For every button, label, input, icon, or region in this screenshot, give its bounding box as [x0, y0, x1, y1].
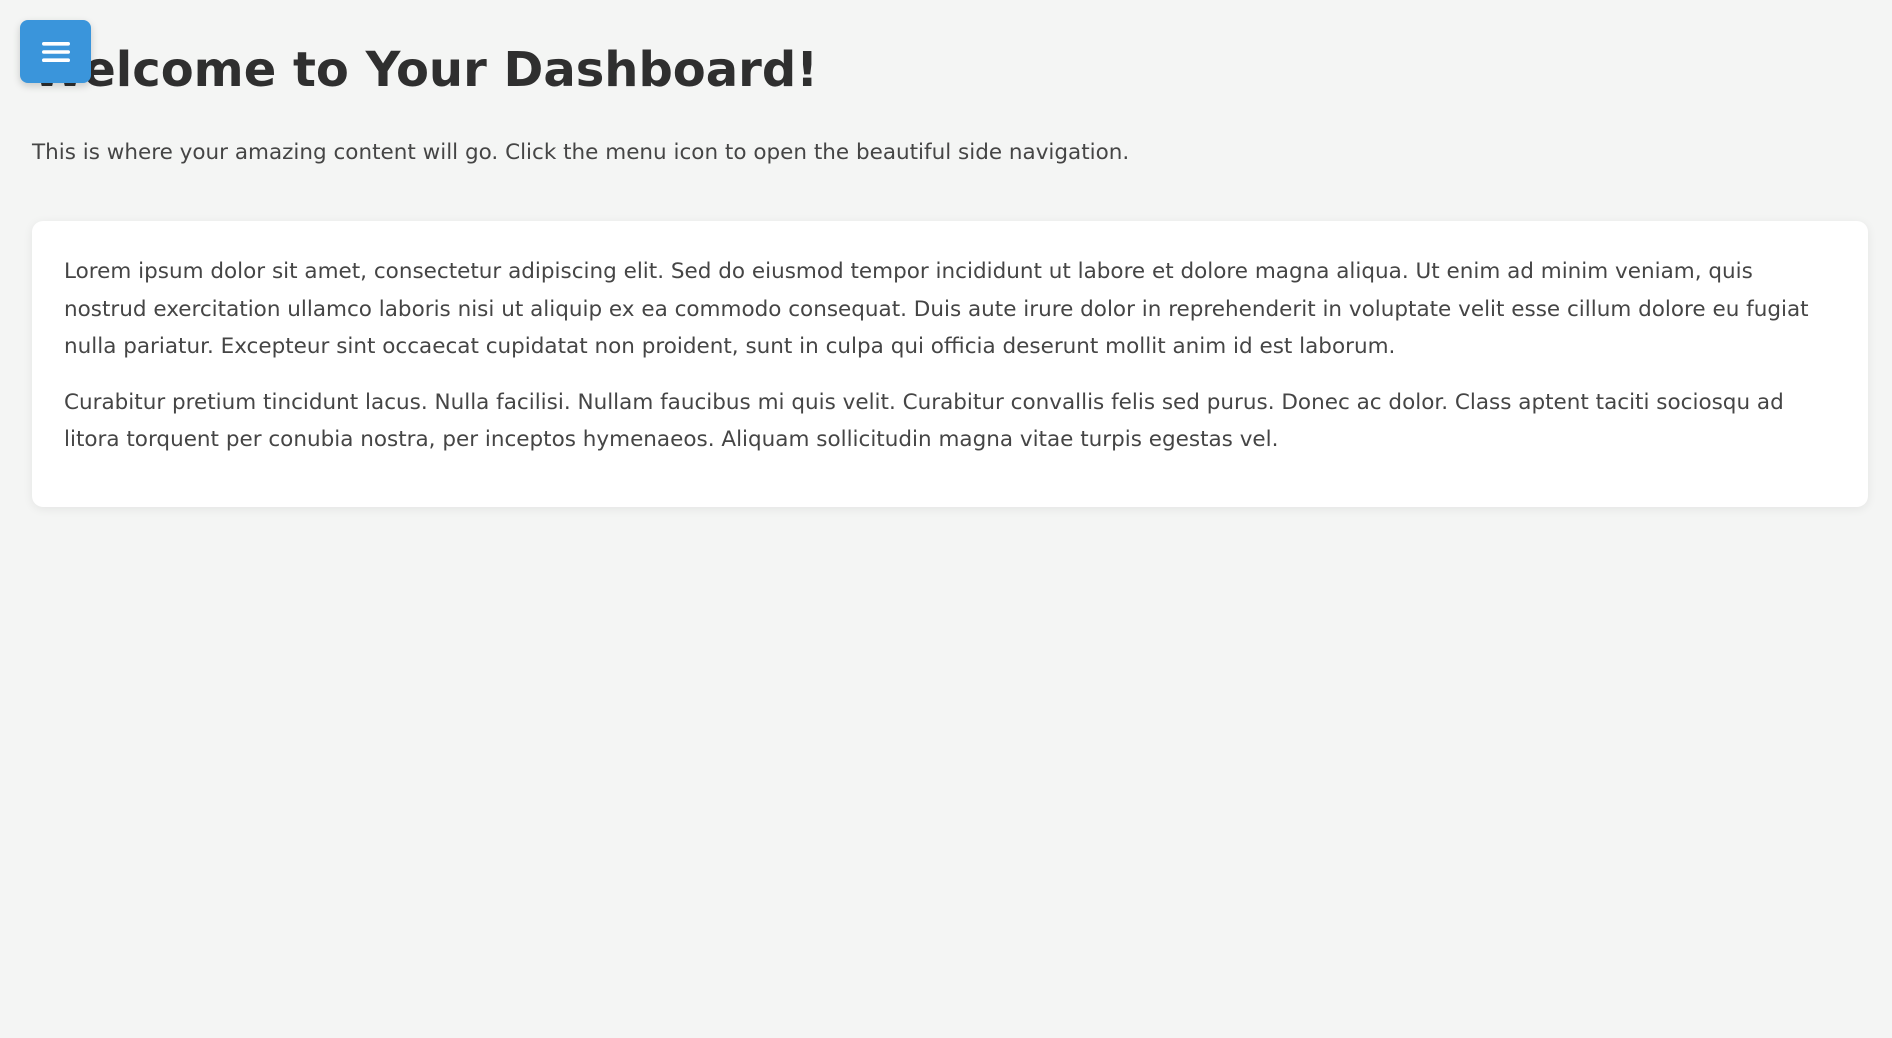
intro-text: This is where your amazing content will … [32, 140, 1130, 165]
card-paragraph: Lorem ipsum dolor sit amet, consectetur … [64, 259, 1809, 359]
menu-toggle-button[interactable] [20, 20, 91, 83]
content-card: Lorem ipsum dolor sit amet, consectetur … [32, 221, 1868, 507]
hamburger-menu-icon [41, 41, 70, 62]
page-title: Welcome to Your Dashboard! [32, 42, 819, 98]
card-paragraph: Curabitur pretium tincidunt lacus. Nulla… [64, 389, 1784, 453]
dashboard-page: Welcome to Your Dashboard! This is where… [0, 0, 1892, 1038]
